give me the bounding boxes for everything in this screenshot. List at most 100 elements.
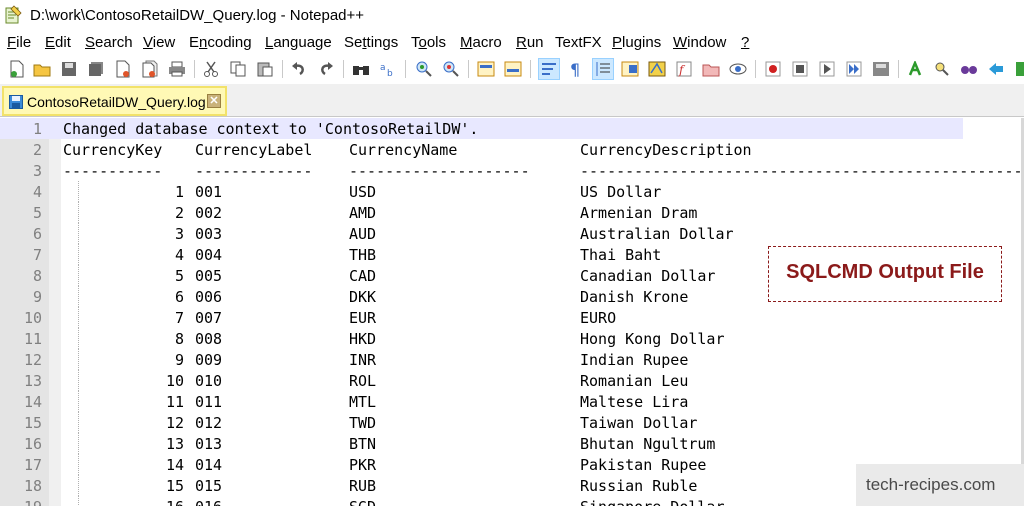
currency-name-cell: DKK	[349, 288, 377, 306]
stop-macro-icon[interactable]	[789, 58, 811, 80]
plugin-green-square-icon[interactable]	[1010, 58, 1024, 80]
currency-name-cell: RUB	[349, 477, 377, 495]
record-macro-icon[interactable]	[762, 58, 784, 80]
menu-file[interactable]: File	[7, 34, 31, 51]
editor-line[interactable]: 6 3 003 AUD Australian Dollar	[0, 223, 963, 244]
close-all-icon[interactable]	[139, 58, 161, 80]
show-all-characters-icon[interactable]: ¶	[565, 58, 587, 80]
indent-guide	[78, 244, 79, 265]
menu-tools[interactable]: Tools	[411, 34, 446, 51]
run-macro-multiple-icon[interactable]	[843, 58, 865, 80]
document-map-icon[interactable]	[619, 58, 641, 80]
menu-search[interactable]: Search	[85, 34, 133, 51]
editor-line[interactable]: 3 ----------- ------------- ---------------…	[0, 160, 1024, 181]
editor-line[interactable]: 15 12 012 TWD Taiwan Dollar	[0, 412, 963, 433]
currency-key-cell: 13	[165, 435, 184, 453]
editor-line[interactable]: 16 13 013 BTN Bhutan Ngultrum	[0, 433, 963, 454]
editor-line[interactable]: 17 14 014 PKR Pakistan Rupee	[0, 454, 963, 475]
open-file-icon[interactable]	[31, 58, 53, 80]
editor-lines: 1 Changed database context to 'ContosoRet…	[0, 118, 1024, 506]
currency-name-cell: CAD	[349, 267, 377, 285]
menu-help[interactable]: ?	[741, 34, 749, 51]
menu-plugins[interactable]: Plugins	[612, 34, 661, 51]
currency-name-cell: INR	[349, 351, 377, 369]
editor-line[interactable]: 14 11 011 MTL Maltese Lira	[0, 391, 963, 412]
svg-text:b: b	[387, 69, 393, 77]
sync-vertical-icon[interactable]	[475, 58, 497, 80]
currency-key-cell: 14	[165, 456, 184, 474]
currency-label-cell: 012	[195, 414, 223, 432]
currency-key-cell: 4	[174, 246, 184, 264]
line-number: 1	[32, 120, 42, 138]
word-wrap-icon[interactable]	[538, 58, 560, 80]
indent-guide-icon[interactable]	[592, 58, 614, 80]
menu-run[interactable]: Run	[516, 34, 544, 51]
arrow-left-icon[interactable]	[985, 58, 1007, 80]
line-number: 15	[23, 414, 42, 432]
currency-name-cell: TWD	[349, 414, 377, 432]
currency-label-cell: 010	[195, 372, 223, 390]
currency-name-cell: THB	[349, 246, 377, 264]
replace-icon[interactable]: ab	[377, 58, 399, 80]
menu-settings[interactable]: Settings	[344, 34, 398, 51]
copy-icon[interactable]	[227, 58, 249, 80]
sync-horizontal-icon[interactable]	[502, 58, 524, 80]
close-tab-icon[interactable]: ✕	[207, 94, 221, 108]
print-icon[interactable]	[166, 58, 188, 80]
undo-icon[interactable]	[288, 58, 310, 80]
tab-contosoretaildw-query-log[interactable]: ContosoRetailDW_Query.log ✕	[2, 86, 227, 116]
save-all-icon[interactable]	[85, 58, 107, 80]
indent-guide	[78, 412, 79, 433]
indent-guide	[78, 391, 79, 412]
editor-line[interactable]: 4 1 001 USD US Dollar	[0, 181, 963, 202]
plugin-green-icon[interactable]	[904, 58, 926, 80]
monitoring-icon[interactable]	[727, 58, 749, 80]
currency-label-cell: 004	[195, 246, 223, 264]
plugin-binoculars-icon[interactable]	[958, 58, 980, 80]
close-file-icon[interactable]	[112, 58, 134, 80]
editor-line[interactable]: 19 16 016 SGD Singapore Dollar	[0, 496, 963, 506]
saved-file-icon	[9, 95, 23, 109]
plugin-search-icon[interactable]	[931, 58, 953, 80]
zoom-out-icon[interactable]	[440, 58, 462, 80]
currency-name-cell: ROL	[349, 372, 377, 390]
watermark-text: tech-recipes.com	[866, 475, 996, 494]
indent-guide	[78, 286, 79, 307]
function-icon[interactable]: f	[673, 58, 695, 80]
folder-workspace-icon[interactable]	[700, 58, 722, 80]
menu-textfx[interactable]: TextFX	[555, 34, 602, 51]
paste-icon[interactable]	[254, 58, 276, 80]
zoom-in-icon[interactable]	[413, 58, 435, 80]
editor-line[interactable]: 5 2 002 AMD Armenian Dram	[0, 202, 963, 223]
editor-line[interactable]: 12 9 009 INR Indian Rupee	[0, 349, 963, 370]
find-icon[interactable]	[350, 58, 372, 80]
currency-description-cell: Bhutan Ngultrum	[580, 435, 716, 453]
save-icon[interactable]	[58, 58, 80, 80]
menu-edit[interactable]: Edit	[45, 34, 71, 51]
play-macro-icon[interactable]	[816, 58, 838, 80]
function-list-icon[interactable]	[646, 58, 668, 80]
editor-line[interactable]: 10 7 007 EUR EURO	[0, 307, 963, 328]
cut-icon[interactable]	[200, 58, 222, 80]
currency-label-cell: 003	[195, 225, 223, 243]
editor-line[interactable]: 13 10 010 ROL Romanian Leu	[0, 370, 963, 391]
new-file-icon[interactable]	[6, 58, 28, 80]
editor-line[interactable]: 1 Changed database context to 'ContosoRet…	[0, 118, 963, 139]
currency-description-cell: ----------------------------------------…	[580, 162, 1024, 180]
redo-icon[interactable]	[315, 58, 337, 80]
editor-line[interactable]: 2 CurrencyKey CurrencyLabel CurrencyName Cur…	[0, 139, 963, 160]
menu-macro[interactable]: Macro	[460, 34, 502, 51]
currency-name-cell: --------------------	[349, 162, 530, 180]
menu-encoding[interactable]: Encoding	[189, 34, 252, 51]
editor-line[interactable]: 18 15 015 RUB Russian Ruble	[0, 475, 963, 496]
menu-language[interactable]: Language	[265, 34, 332, 51]
line-number: 18	[23, 477, 42, 495]
menu-window[interactable]: Window	[673, 34, 726, 51]
editor[interactable]: 1 Changed database context to 'ContosoRet…	[0, 118, 1024, 506]
toolbar-separator	[530, 60, 531, 78]
menu-view[interactable]: View	[143, 34, 175, 51]
svg-text:a: a	[380, 63, 386, 73]
editor-line[interactable]: 11 8 008 HKD Hong Kong Dollar	[0, 328, 963, 349]
save-macro-icon[interactable]	[870, 58, 892, 80]
currency-label-cell: 015	[195, 477, 223, 495]
